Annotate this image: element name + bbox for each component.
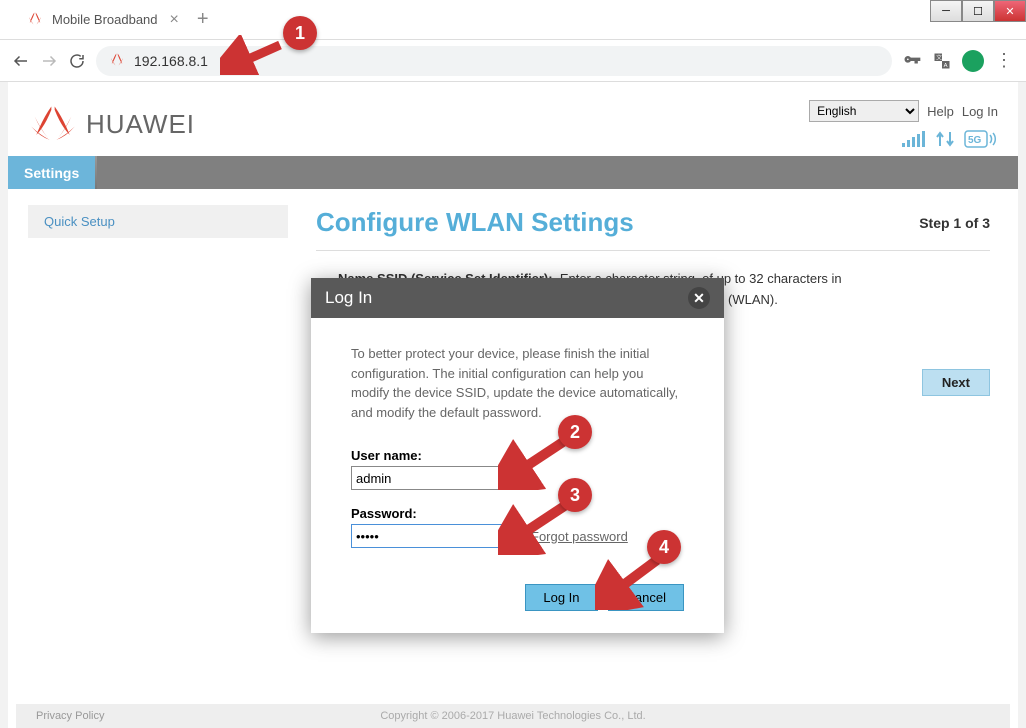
modal-message: To better protect your device, please fi…: [351, 344, 684, 422]
step-indicator: Step 1 of 3: [919, 215, 990, 231]
arrow-left-icon: [12, 52, 30, 70]
ssid-desc-2: (WLAN).: [728, 292, 778, 307]
reload-button[interactable]: [68, 52, 86, 70]
annotation-1: 1: [283, 16, 317, 50]
huawei-favicon-icon: [26, 11, 44, 29]
new-tab-button[interactable]: +: [197, 8, 209, 31]
page-viewport: HUAWEI English Help Log In 5G Settings: [0, 82, 1026, 728]
annotation-4: 4: [647, 530, 681, 564]
page-title: Configure WLAN Settings: [316, 207, 634, 238]
svg-text:文: 文: [936, 53, 942, 61]
footer: Privacy Policy Copyright © 2006-2017 Hua…: [16, 704, 1010, 728]
status-icons: 5G: [902, 130, 998, 148]
modal-title: Log In: [325, 288, 372, 308]
browser-toolbar: 192.168.8.1 文A ⋮: [0, 40, 1026, 82]
brand-text: HUAWEI: [86, 109, 195, 140]
copyright-text: Copyright © 2006-2017 Huawei Technologie…: [380, 710, 645, 722]
signal-icon: [902, 130, 926, 148]
window-controls: ─ ☐ ✕: [930, 0, 1026, 22]
help-link[interactable]: Help: [927, 104, 954, 119]
language-select[interactable]: English: [809, 100, 919, 122]
modal-close-button[interactable]: ✕: [688, 287, 710, 309]
site-favicon-icon: [108, 52, 126, 70]
nav-divider: [95, 156, 97, 189]
browser-tab[interactable]: Mobile Broadband ×: [12, 5, 193, 35]
5g-badge-icon: 5G: [964, 130, 998, 148]
sidebar: Quick Setup: [8, 189, 288, 347]
back-button[interactable]: [12, 52, 30, 70]
annotation-2: 2: [558, 415, 592, 449]
sidebar-item-quick-setup[interactable]: Quick Setup: [28, 205, 288, 238]
login-button[interactable]: Log In: [525, 584, 597, 611]
privacy-link[interactable]: Privacy Policy: [36, 710, 104, 722]
svg-text:5G: 5G: [968, 135, 982, 146]
svg-text:A: A: [944, 62, 948, 68]
tab-close-icon[interactable]: ×: [170, 11, 179, 29]
key-icon[interactable]: [902, 51, 922, 71]
forward-button[interactable]: [40, 52, 58, 70]
page-header: HUAWEI English Help Log In 5G: [8, 82, 1018, 156]
modal-header: Log In ✕: [311, 278, 724, 318]
translate-icon[interactable]: 文A: [932, 51, 952, 71]
minimize-button[interactable]: ─: [930, 0, 962, 22]
tab-title: Mobile Broadband: [52, 12, 158, 27]
annotation-arrow-1: [220, 35, 290, 75]
annotation-3: 3: [558, 478, 592, 512]
maximize-button[interactable]: ☐: [962, 0, 994, 22]
reload-icon: [68, 52, 86, 70]
browser-tab-bar: Mobile Broadband × +: [0, 0, 1026, 40]
username-input[interactable]: [351, 466, 521, 490]
profile-avatar[interactable]: [962, 50, 984, 72]
password-input[interactable]: [351, 524, 521, 548]
tab-settings[interactable]: Settings: [8, 156, 95, 189]
url-text: 192.168.8.1: [134, 53, 208, 69]
logo-area: HUAWEI: [28, 102, 195, 146]
close-window-button[interactable]: ✕: [994, 0, 1026, 22]
menu-icon[interactable]: ⋮: [994, 51, 1014, 71]
address-bar[interactable]: 192.168.8.1: [96, 46, 892, 76]
updown-arrows-icon: [934, 130, 956, 148]
next-button[interactable]: Next: [922, 369, 990, 396]
login-link[interactable]: Log In: [962, 104, 998, 119]
huawei-logo-icon: [28, 102, 78, 146]
arrow-right-icon: [40, 52, 58, 70]
nav-bar: Settings: [8, 156, 1018, 189]
